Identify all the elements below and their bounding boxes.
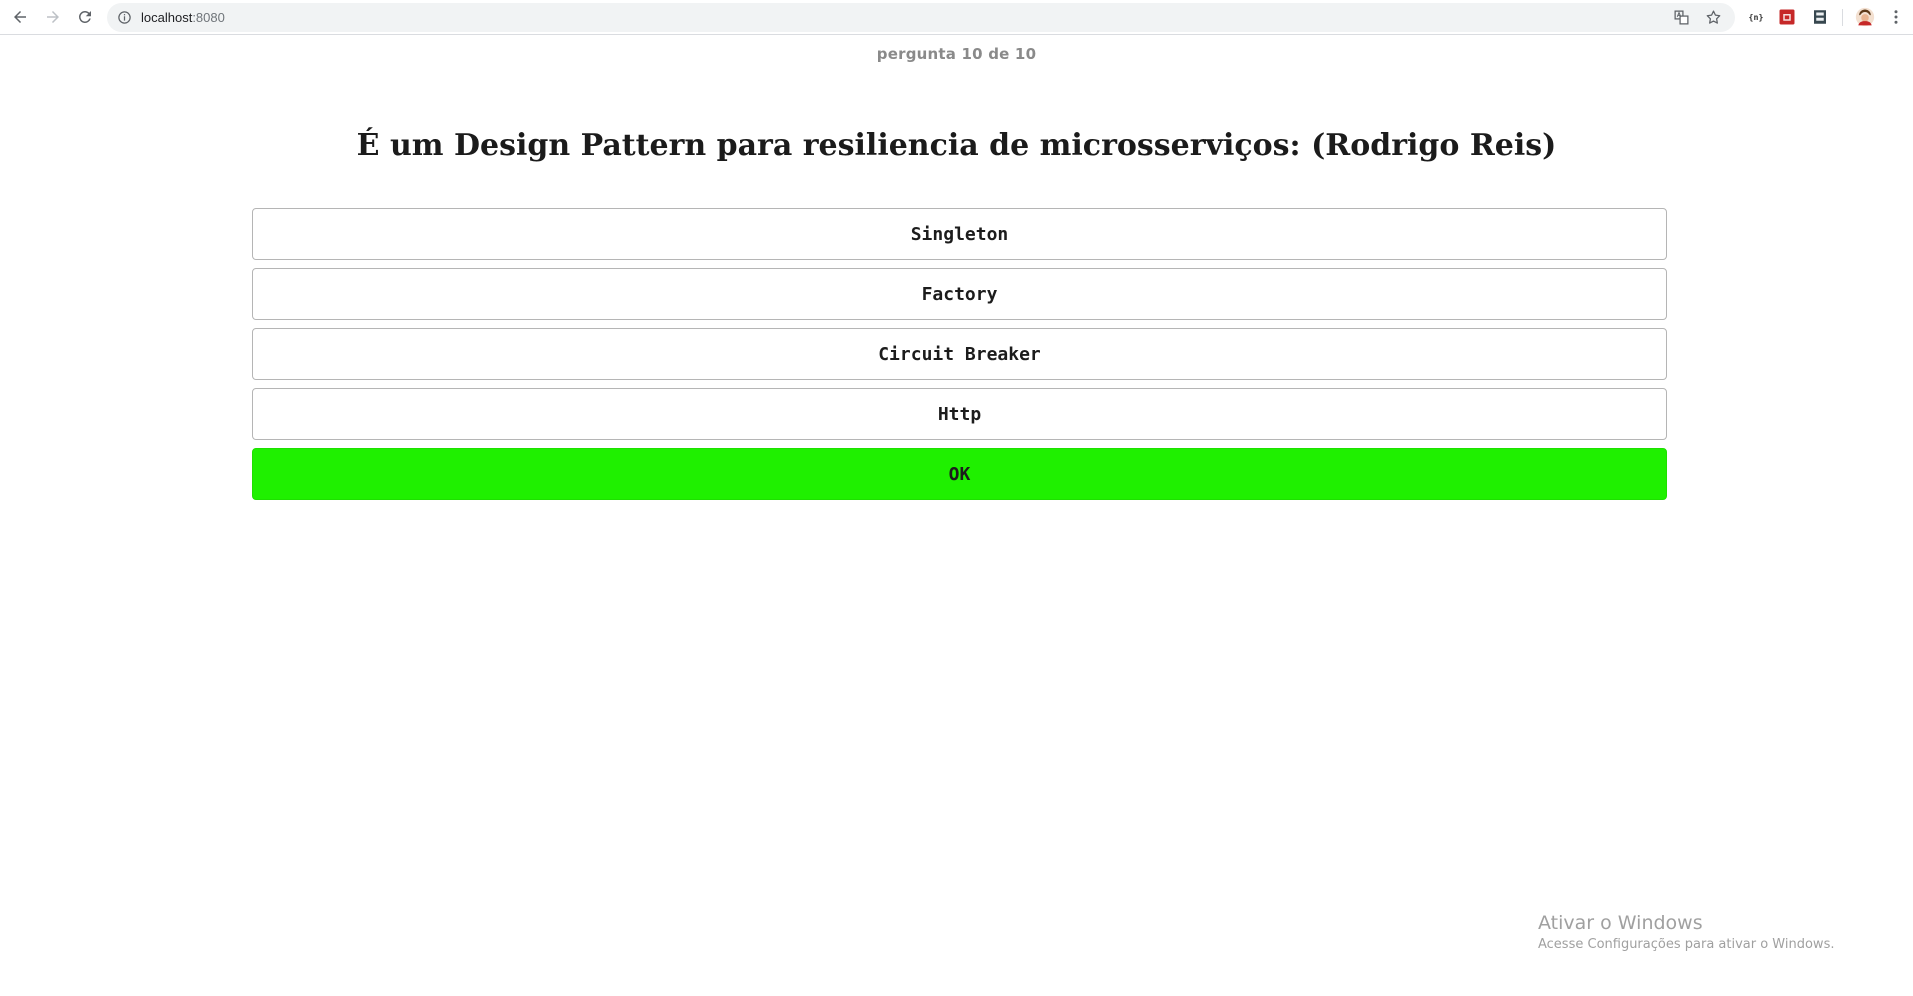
url-host: localhost <box>141 10 193 25</box>
ok-button[interactable]: OK <box>252 448 1667 500</box>
extension-red-icon[interactable] <box>1778 8 1796 26</box>
option-button-factory[interactable]: Factory <box>252 268 1667 320</box>
extension-film-icon[interactable] <box>1811 8 1829 26</box>
star-icon[interactable] <box>1705 9 1722 26</box>
option-button-http[interactable]: Http <box>252 388 1667 440</box>
toolbar-separator <box>1842 9 1843 26</box>
extension-json-icon[interactable]: {n} <box>1747 8 1765 26</box>
info-icon[interactable] <box>117 10 132 25</box>
forward-button[interactable] <box>40 4 66 30</box>
answer-options: Singleton Factory Circuit Breaker Http O… <box>252 208 1667 500</box>
translate-icon[interactable] <box>1673 9 1690 26</box>
back-button[interactable] <box>7 4 33 30</box>
option-button-singleton[interactable]: Singleton <box>252 208 1667 260</box>
windows-activation-watermark: Ativar o Windows Acesse Configurações pa… <box>1538 910 1834 954</box>
url-text[interactable]: localhost:8080 <box>141 10 225 25</box>
reload-button[interactable] <box>72 4 98 30</box>
reload-icon <box>78 10 91 23</box>
question-title: É um Design Pattern para resiliencia de … <box>356 128 1557 163</box>
profile-avatar-icon[interactable] <box>1855 7 1875 27</box>
address-bar[interactable]: localhost:8080 <box>107 3 1735 32</box>
watermark-title: Ativar o Windows <box>1538 912 1703 934</box>
watermark-subtitle: Acesse Configurações para ativar o Windo… <box>1538 937 1835 952</box>
question-counter: pergunta 10 de 10 <box>876 45 1037 63</box>
svg-text:{n}: {n} <box>1749 12 1764 22</box>
forward-arrow-icon <box>47 11 59 23</box>
kebab-menu-icon[interactable] <box>1887 8 1905 26</box>
url-port: :8080 <box>192 10 225 25</box>
back-arrow-icon <box>14 11 26 23</box>
option-button-circuit-breaker[interactable]: Circuit Breaker <box>252 328 1667 380</box>
browser-toolbar: localhost:8080 {n} <box>0 0 1913 35</box>
